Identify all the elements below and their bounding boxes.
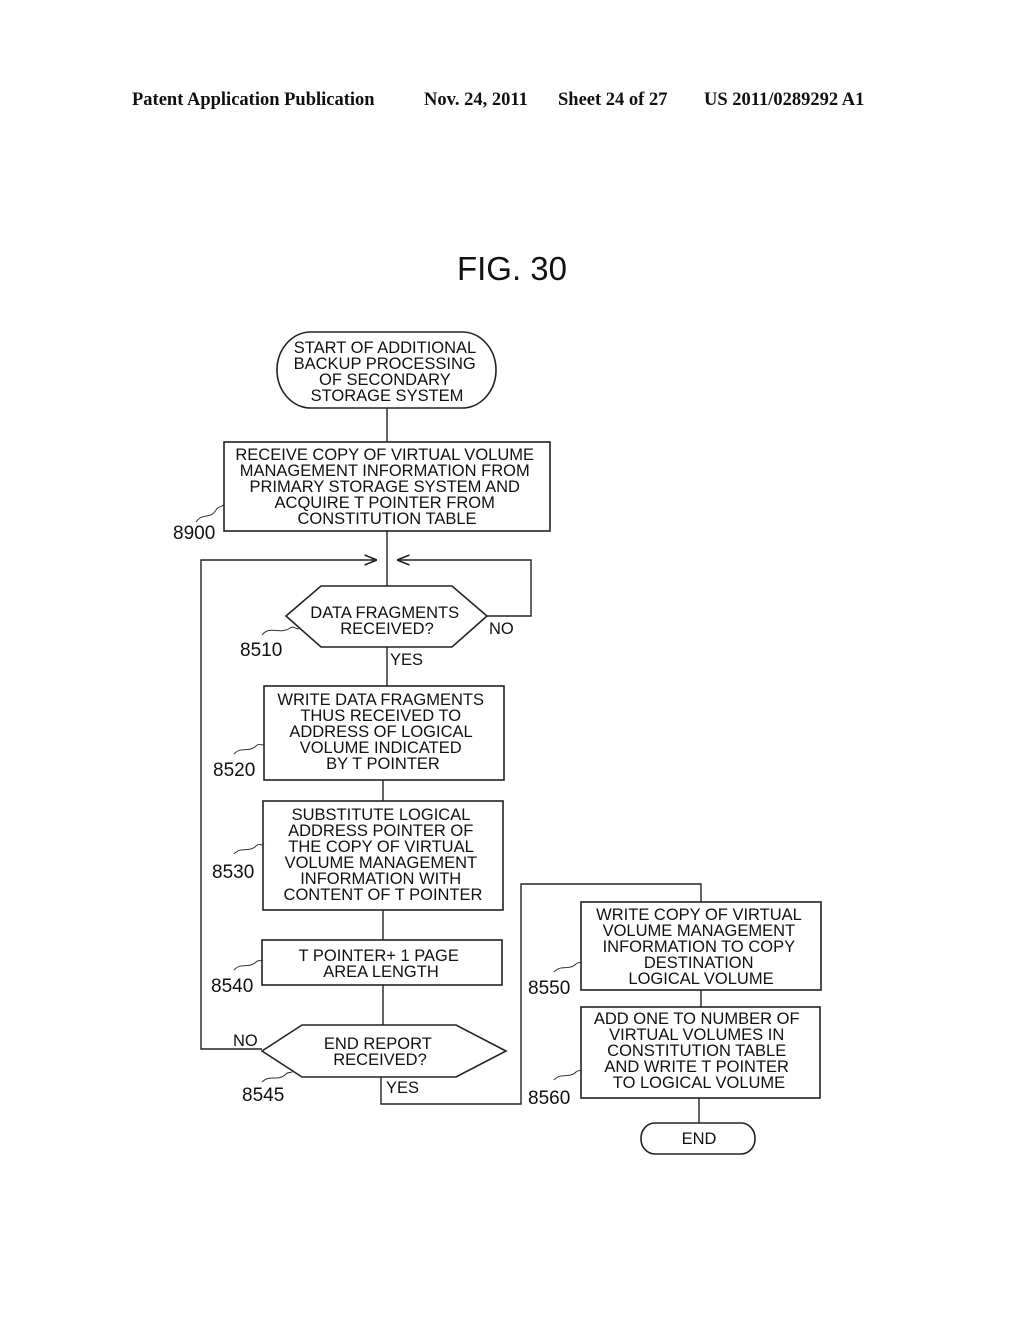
ref-8560: 8560 bbox=[528, 1088, 570, 1109]
decision-8510: DATA FRAGMENTS RECEIVED? NO YES 8510 bbox=[240, 585, 514, 669]
ref-leader bbox=[233, 959, 264, 971]
ref-leader bbox=[261, 626, 301, 636]
flowchart: START OF ADDITIONAL BACKUP PROCESSING OF… bbox=[173, 331, 822, 1155]
step-8530-text: SUBSTITUTE LOGICAL ADDRESS POINTER OF TH… bbox=[284, 806, 483, 904]
start-text: START OF ADDITIONAL BACKUP PROCESSING OF… bbox=[294, 339, 481, 405]
start-terminal: START OF ADDITIONAL BACKUP PROCESSING OF… bbox=[276, 331, 497, 409]
ref-8530: 8530 bbox=[212, 862, 254, 883]
ref-8510: 8510 bbox=[240, 640, 282, 661]
decision-8545-no-label: NO bbox=[233, 1032, 258, 1050]
step-8560-text: ADD ONE TO NUMBER OF VIRTUAL VOLUMES IN … bbox=[594, 1010, 804, 1092]
ref-leader bbox=[553, 961, 583, 973]
ref-8550: 8550 bbox=[528, 978, 570, 999]
ref-8520: 8520 bbox=[213, 760, 255, 781]
decision-8545-yes-label: YES bbox=[386, 1079, 419, 1097]
decision-8510-no-label: NO bbox=[489, 620, 514, 638]
decision-8545-text: END REPORT RECEIVED? bbox=[324, 1035, 436, 1069]
step-8900: RECEIVE COPY OF VIRTUAL VOLUME MANAGEMEN… bbox=[173, 441, 551, 544]
ref-8540: 8540 bbox=[211, 976, 253, 997]
step-8540: T POINTER+ 1 PAGE AREA LENGTH 8540 bbox=[211, 939, 503, 997]
step-8520: WRITE DATA FRAGMENTS THUS RECEIVED TO AD… bbox=[213, 685, 505, 781]
decision-8545: END REPORT RECEIVED? NO YES 8545 bbox=[233, 1024, 508, 1106]
ref-leader bbox=[195, 503, 225, 523]
step-8560: ADD ONE TO NUMBER OF VIRTUAL VOLUMES IN … bbox=[528, 1006, 821, 1109]
ref-8545: 8545 bbox=[242, 1085, 284, 1106]
step-8540-text: T POINTER+ 1 PAGE AREA LENGTH bbox=[299, 947, 464, 981]
end-text: END bbox=[682, 1130, 717, 1148]
ref-leader bbox=[233, 743, 265, 755]
step-8530: SUBSTITUTE LOGICAL ADDRESS POINTER OF TH… bbox=[212, 800, 504, 911]
ref-leader bbox=[233, 843, 265, 855]
ref-8900: 8900 bbox=[173, 523, 215, 544]
step-8550: WRITE COPY OF VIRTUAL VOLUME MANAGEMENT … bbox=[528, 901, 822, 999]
ref-leader bbox=[261, 1070, 294, 1083]
ref-leader bbox=[553, 1069, 583, 1081]
end-terminal: END bbox=[640, 1122, 756, 1155]
decision-8510-yes-label: YES bbox=[390, 651, 423, 669]
